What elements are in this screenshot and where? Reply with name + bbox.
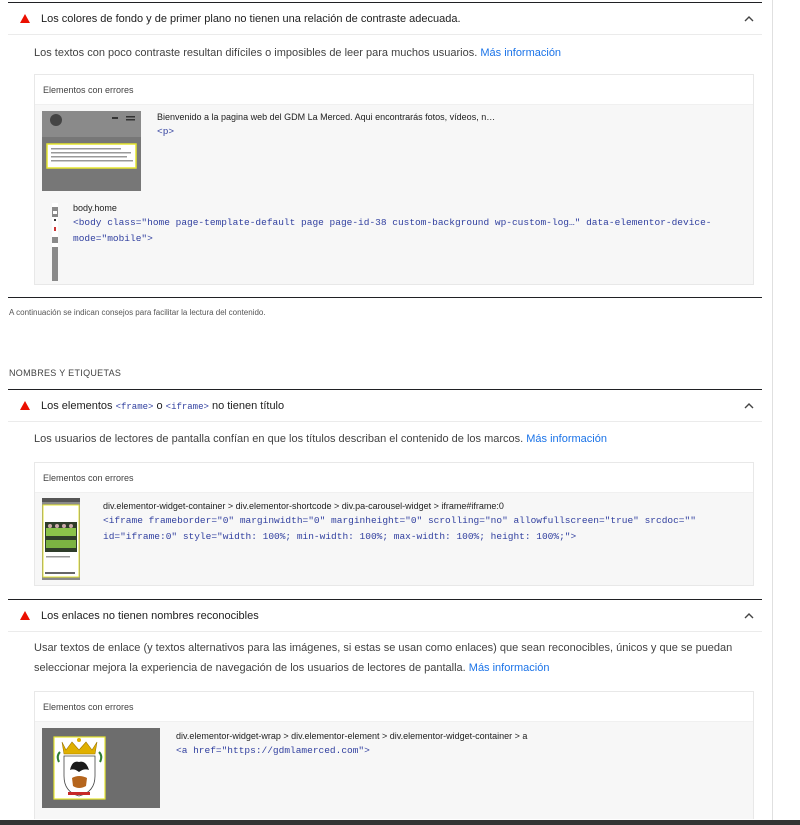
bottom-scroll-edge <box>0 820 800 825</box>
failing-elements-header: Elementos con errores <box>35 75 753 105</box>
audit-color-contrast: Los colores de fondo y de primer plano n… <box>8 2 762 63</box>
thumbnail-image <box>42 111 141 169</box>
failing-element-row: Bienvenido a la pagina web del GDM La Me… <box>157 112 747 140</box>
lighthouse-report: Los colores de fondo y de primer plano n… <box>0 0 800 825</box>
failing-element-row: body.home <body class="home page-templat… <box>73 203 748 247</box>
audit-title: Los elementos <frame> o <iframe> no tien… <box>41 400 742 412</box>
chevron-up-icon[interactable] <box>742 609 756 623</box>
title-code-iframe: <iframe> <box>165 401 209 412</box>
group-title: NOMBRES Y ETIQUETAS <box>9 368 122 378</box>
fail-triangle-icon <box>20 611 30 620</box>
element-label: div.elementor-widget-wrap > div.elemento… <box>176 731 528 741</box>
audit-title: Los colores de fondo y de primer plano n… <box>41 12 461 25</box>
more-info-link[interactable]: Más información <box>469 662 550 674</box>
audit-frame-title: Los elementos <frame> o <iframe> no tien… <box>8 389 762 449</box>
failing-element-row: div.elementor-widget-container > div.ele… <box>103 501 748 545</box>
audit-header[interactable]: Los enlaces no tienen nombres reconocibl… <box>8 600 762 632</box>
element-snippet[interactable]: <iframe frameborder="0" marginwidth="0" … <box>103 513 748 545</box>
coat-of-arms-logo <box>53 736 106 800</box>
panel-border <box>772 0 773 825</box>
title-text: o <box>156 399 163 412</box>
description-text: Usar textos de enlace (y textos alternat… <box>34 642 733 674</box>
failing-elements-header: Elementos con errores <box>35 692 753 722</box>
failing-element-row: div.elementor-widget-wrap > div.elemento… <box>176 731 746 759</box>
element-screenshot-thumbnail[interactable] <box>52 203 58 281</box>
chevron-up-icon[interactable] <box>742 12 756 26</box>
element-screenshot-thumbnail[interactable] <box>42 498 80 580</box>
failing-elements-table: Elementos con errores Bienvenido a la pa… <box>34 74 754 285</box>
element-label: body.home <box>73 203 117 213</box>
audit-description: Los textos con poco contraste resultan d… <box>34 43 752 63</box>
audit-header[interactable]: Los elementos <frame> o <iframe> no tien… <box>8 390 762 422</box>
description-text: Los textos con poco contraste resultan d… <box>34 47 478 59</box>
element-label: Bienvenido a la pagina web del GDM La Me… <box>157 112 496 122</box>
failing-elements-table: Elementos con errores div.elementor-widg… <box>34 691 754 819</box>
thumbnail-image <box>52 203 58 247</box>
element-label: div.elementor-widget-container > div.ele… <box>103 501 504 511</box>
element-snippet[interactable]: <p> <box>157 124 747 140</box>
title-text: no tienen título <box>211 399 285 412</box>
audit-header[interactable]: Los colores de fondo y de primer plano n… <box>8 3 762 35</box>
failing-elements-header: Elementos con errores <box>35 463 753 493</box>
group-divider <box>8 297 762 298</box>
group-description: A continuación se indican consejos para … <box>9 308 266 317</box>
title-text: Los elementos <box>41 399 113 412</box>
description-text: Los usuarios de lectores de pantalla con… <box>34 433 524 445</box>
element-screenshot-thumbnail[interactable] <box>42 728 160 808</box>
fail-triangle-icon <box>20 401 30 410</box>
audit-link-name: Los enlaces no tienen nombres reconocibl… <box>8 599 762 678</box>
element-snippet[interactable]: <a href="https://gdmlamerced.com"> <box>176 743 746 759</box>
chevron-up-icon[interactable] <box>742 399 756 413</box>
more-info-link[interactable]: Más información <box>526 433 607 445</box>
audit-description: Usar textos de enlace (y textos alternat… <box>34 638 752 678</box>
title-code-frame: <frame> <box>115 401 154 412</box>
more-info-link[interactable]: Más información <box>480 47 561 59</box>
fail-triangle-icon <box>20 14 30 23</box>
thumbnail-image <box>42 498 80 578</box>
element-snippet[interactable]: <body class="home page-template-default … <box>73 215 748 247</box>
failing-elements-table: Elementos con errores div.elementor-widg… <box>34 462 754 586</box>
audit-title: Los enlaces no tienen nombres reconocibl… <box>41 609 259 622</box>
element-screenshot-thumbnail[interactable] <box>42 111 141 191</box>
audit-description: Los usuarios de lectores de pantalla con… <box>34 429 752 449</box>
